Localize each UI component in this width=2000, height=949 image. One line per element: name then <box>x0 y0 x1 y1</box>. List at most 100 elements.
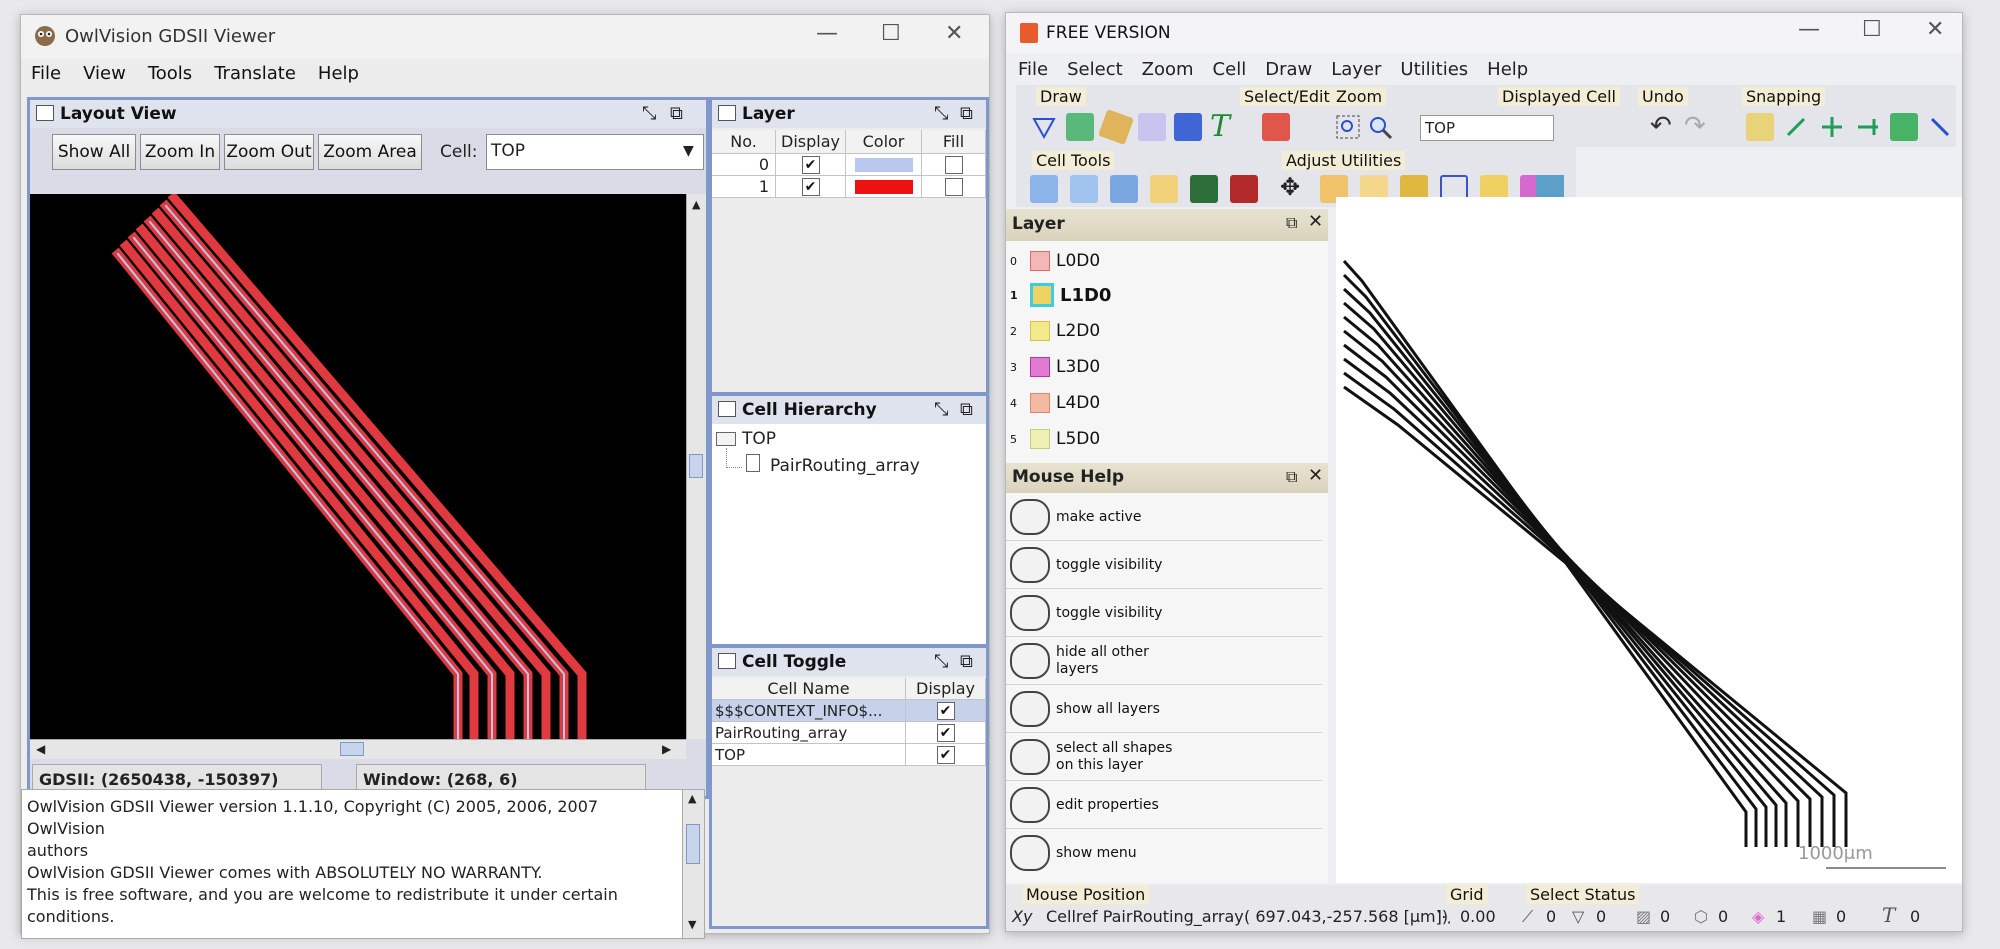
cell-tool-5-icon[interactable] <box>1190 175 1218 203</box>
close-panel-icon[interactable]: ✕ <box>1308 211 1323 232</box>
vertical-scrollbar[interactable]: ▲ <box>686 194 706 739</box>
draw-path-icon[interactable] <box>1098 109 1134 145</box>
fill-checkbox[interactable] <box>922 176 986 198</box>
menu-zoom[interactable]: Zoom <box>1142 59 1194 80</box>
minimize-panel-icon[interactable]: ⤡ <box>934 399 948 420</box>
minimize-panel-icon[interactable]: ⤡ <box>642 103 656 124</box>
horizontal-scrollbar[interactable]: ◀ ▶ <box>30 739 686 759</box>
snap-midpoint-icon[interactable] <box>1854 113 1882 141</box>
cell-toggle-header: Cell Toggle ⤡ ⧉ <box>712 648 986 676</box>
display-checkbox[interactable]: ✔ <box>906 744 986 766</box>
display-checkbox[interactable]: ✔ <box>776 176 846 198</box>
drawing-canvas[interactable]: 1000μm <box>1336 197 1962 883</box>
snap-edge-icon[interactable] <box>1818 113 1846 141</box>
menu-layer[interactable]: Layer <box>1331 59 1381 80</box>
displayed-cell-select[interactable]: TOP <box>1420 115 1554 141</box>
maximize-icon[interactable]: ☐ <box>1862 17 1882 42</box>
minimize-panel-icon[interactable]: ⤡ <box>934 651 948 672</box>
display-checkbox[interactable]: ✔ <box>776 154 846 176</box>
menu-file[interactable]: File <box>1018 59 1048 80</box>
layer-color-cell[interactable] <box>846 154 922 176</box>
minimize-panel-icon[interactable]: ⤡ <box>934 103 948 124</box>
table-row[interactable]: TOP ✔ <box>712 744 986 766</box>
layout-canvas[interactable] <box>30 194 686 739</box>
menu-file[interactable]: File <box>31 63 61 84</box>
layer-item-active[interactable]: 1 L1D0 <box>1010 281 1111 309</box>
float-panel-icon[interactable]: ⧉ <box>1286 467 1297 487</box>
menu-select[interactable]: Select <box>1067 59 1123 80</box>
cell-tool-4-icon[interactable] <box>1150 175 1178 203</box>
snap-extra-icon[interactable] <box>1926 113 1954 141</box>
snap-vertex-icon[interactable] <box>1782 113 1810 141</box>
table-row: 1 ✔ <box>712 176 986 198</box>
console-scroll-thumb[interactable] <box>686 824 700 864</box>
undock-panel-icon[interactable]: ⧉ <box>670 103 683 124</box>
layer-item[interactable]: 4 L4D0 <box>1010 389 1100 417</box>
minimize-icon[interactable]: — <box>1798 17 1820 42</box>
menu-help[interactable]: Help <box>318 63 359 84</box>
layout-drawing <box>1342 259 1946 869</box>
layer-number: 2 <box>1010 324 1017 338</box>
console-scrollbar[interactable]: ▲ ▼ <box>682 790 704 938</box>
menu-tools[interactable]: Tools <box>148 63 192 84</box>
display-checkbox[interactable]: ✔ <box>906 722 986 744</box>
scroll-up-icon[interactable]: ▲ <box>688 792 696 805</box>
select-edit-icon[interactable] <box>1262 113 1290 141</box>
scroll-right-icon[interactable]: ▶ <box>662 742 671 756</box>
move-icon[interactable]: ✥ <box>1280 173 1300 201</box>
scroll-down-icon[interactable]: ▼ <box>688 918 696 931</box>
undock-panel-icon[interactable]: ⧉ <box>960 103 973 124</box>
undock-panel-icon[interactable]: ⧉ <box>960 651 973 672</box>
checkbox-mark: ✔ <box>936 701 955 720</box>
close-icon[interactable]: ✕ <box>1926 17 1944 42</box>
draw-array-icon[interactable] <box>1174 113 1202 141</box>
table-row[interactable]: PairRouting_array ✔ <box>712 722 986 744</box>
zoom-fit-icon[interactable] <box>1334 113 1362 141</box>
redo-icon[interactable]: ↷ <box>1684 111 1706 141</box>
menu-help[interactable]: Help <box>1487 59 1528 80</box>
cell-tool-2-icon[interactable] <box>1070 175 1098 203</box>
menu-translate[interactable]: Translate <box>214 63 296 84</box>
draw-box-icon[interactable] <box>1066 113 1094 141</box>
menu-view[interactable]: View <box>83 63 126 84</box>
cell-select[interactable]: TOP ▼ <box>486 134 704 170</box>
menu-cell[interactable]: Cell <box>1213 59 1247 80</box>
cell-tool-3-icon[interactable] <box>1110 175 1138 203</box>
vertical-scroll-thumb[interactable] <box>689 454 703 478</box>
undo-icon[interactable]: ↶ <box>1650 111 1672 141</box>
maximize-icon[interactable]: ☐ <box>881 21 901 46</box>
draw-instance-icon[interactable] <box>1138 113 1166 141</box>
scroll-up-icon[interactable]: ▲ <box>692 198 700 211</box>
horizontal-scroll-thumb[interactable] <box>340 742 364 756</box>
menu-utilities[interactable]: Utilities <box>1400 59 1468 80</box>
magnifier-icon[interactable] <box>1366 113 1394 141</box>
layer-item[interactable]: 5 L5D0 <box>1010 425 1100 453</box>
fill-checkbox[interactable] <box>922 154 986 176</box>
draw-polygon-icon[interactable] <box>1030 113 1058 141</box>
menu-draw[interactable]: Draw <box>1265 59 1312 80</box>
snap-center-icon[interactable] <box>1890 113 1918 141</box>
zoom-out-button[interactable]: Zoom Out <box>224 134 314 170</box>
undock-panel-icon[interactable]: ⧉ <box>960 399 973 420</box>
layer-item[interactable]: 3 L3D0 <box>1010 353 1100 381</box>
scroll-left-icon[interactable]: ◀ <box>36 742 45 756</box>
cell-tool-1-icon[interactable] <box>1030 175 1058 203</box>
minimize-icon[interactable]: — <box>816 21 838 46</box>
console-area[interactable]: OwlVision GDSII Viewer version 1.1.10, C… <box>21 789 705 939</box>
layer-item[interactable]: 2 L2D0 <box>1010 317 1100 345</box>
table-row[interactable]: $$$CONTEXT_INFO$... ✔ <box>712 700 986 722</box>
draw-text-icon[interactable]: T <box>1210 109 1230 144</box>
tree-root[interactable]: TOP <box>742 429 776 449</box>
show-all-button[interactable]: Show All <box>52 134 136 170</box>
cell-tool-6-icon[interactable] <box>1230 175 1258 203</box>
layer-item[interactable]: 0 L0D0 <box>1010 247 1100 275</box>
tree-child[interactable]: PairRouting_array <box>770 456 920 476</box>
zoom-area-button[interactable]: Zoom Area <box>318 134 422 170</box>
display-checkbox[interactable]: ✔ <box>906 700 986 722</box>
snap-grid-icon[interactable] <box>1746 113 1774 141</box>
zoom-in-button[interactable]: Zoom In <box>140 134 220 170</box>
float-panel-icon[interactable]: ⧉ <box>1286 213 1297 233</box>
close-panel-icon[interactable]: ✕ <box>1308 465 1323 486</box>
close-icon[interactable]: ✕ <box>945 21 963 46</box>
layer-color-cell[interactable] <box>846 176 922 198</box>
